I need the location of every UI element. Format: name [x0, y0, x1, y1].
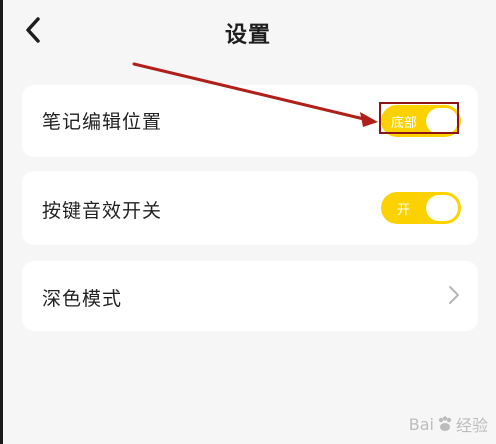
page-title: 设置 — [224, 23, 271, 48]
left-edge-strip — [0, 0, 3, 444]
setting-label-dark-mode: 深色模式 — [42, 288, 123, 310]
watermark-right-text: 经验 — [455, 416, 488, 435]
setting-row-note-edit-position: 笔记编辑位置 底部 — [22, 85, 478, 157]
toggle-text-on: 开 — [397, 203, 411, 218]
chevron-right-icon — [449, 286, 459, 304]
paw-icon — [438, 416, 452, 431]
top-bar: 设置 — [0, 0, 496, 64]
setting-label-key-sound: 按键音效开关 — [42, 200, 163, 222]
watermark-left-text: Bai — [408, 414, 434, 434]
toggle-knob — [426, 195, 458, 221]
setting-row-key-sound: 按键音效开关 开 — [22, 171, 478, 245]
note-edit-position-toggle[interactable]: 底部 — [381, 105, 461, 137]
toggle-text-bottom: 底部 — [391, 116, 418, 131]
setting-label-note-edit-position: 笔记编辑位置 — [42, 111, 163, 133]
setting-row-dark-mode[interactable]: 深色模式 — [22, 261, 478, 331]
toggle-knob — [426, 108, 458, 134]
key-sound-toggle[interactable]: 开 — [381, 192, 461, 224]
baidu-watermark: Bai 经验 — [409, 412, 488, 436]
